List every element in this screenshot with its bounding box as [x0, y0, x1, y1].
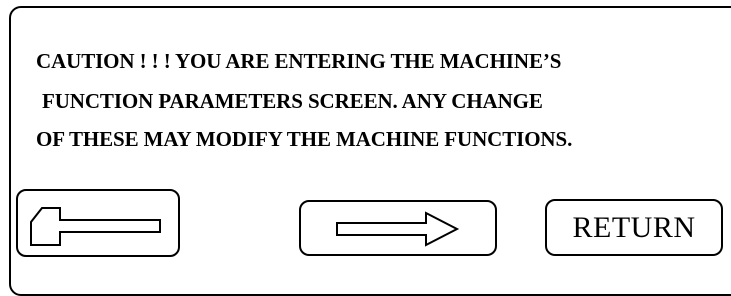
- caution-message: CAUTION ! ! ! YOU ARE ENTERING THE MACHI…: [0, 0, 731, 151]
- caution-line-3: OF THESE MAY MODIFY THE MACHINE FUNCTION…: [36, 127, 573, 151]
- caution-line-1: CAUTION ! ! ! YOU ARE ENTERING THE MACHI…: [36, 49, 562, 73]
- return-button[interactable]: RETURN: [545, 199, 723, 256]
- hammer-button[interactable]: [16, 189, 180, 257]
- hammer-icon: [30, 207, 161, 246]
- caution-line-2: FUNCTION PARAMETERS SCREEN. ANY CHANGE: [42, 89, 543, 113]
- return-button-label: RETURN: [572, 211, 696, 244]
- next-arrow-button[interactable]: [299, 200, 497, 256]
- right-arrow-icon: [336, 211, 460, 247]
